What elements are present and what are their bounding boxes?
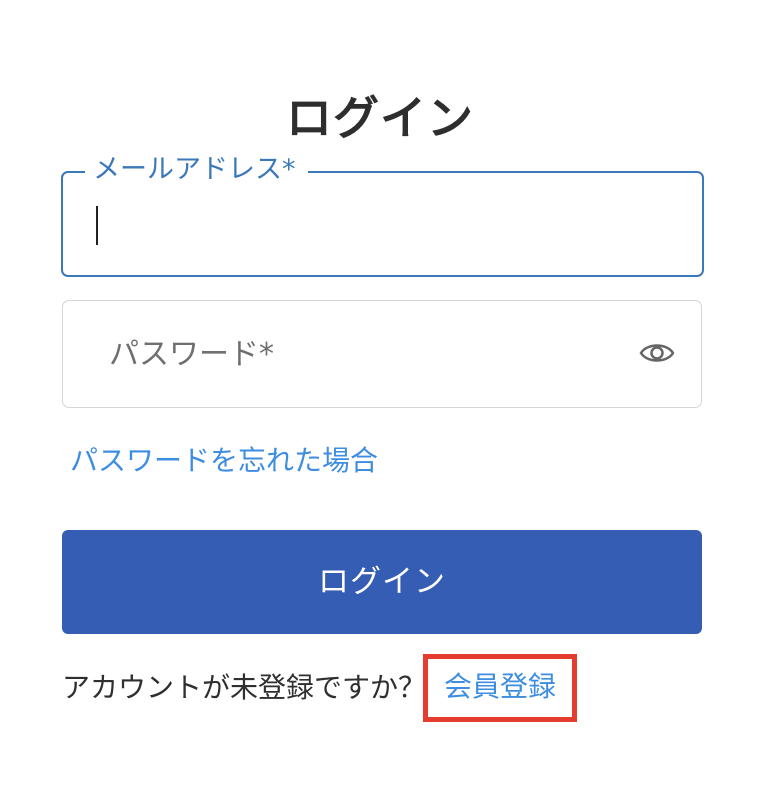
password-field[interactable]: パスワード* bbox=[62, 300, 702, 408]
forgot-password-link[interactable]: パスワードを忘れた場合 bbox=[70, 443, 378, 479]
text-caret bbox=[96, 206, 98, 245]
signup-link[interactable]: 会員登録 bbox=[444, 669, 556, 705]
eye-icon[interactable] bbox=[639, 338, 675, 368]
login-page: ログイン メールアドレス* パスワード* パスワードを忘れた場合 ログイン アカ… bbox=[0, 0, 760, 790]
signup-row: アカウントが未登録ですか？ 会員登録 bbox=[62, 654, 577, 722]
login-button[interactable]: ログイン bbox=[62, 530, 702, 634]
email-field-label: メールアドレス* bbox=[85, 153, 308, 187]
password-placeholder: パスワード* bbox=[109, 337, 274, 372]
email-field[interactable]: メールアドレス* bbox=[61, 153, 704, 277]
signup-highlight-box: 会員登録 bbox=[423, 654, 577, 722]
page-title: ログイン bbox=[286, 91, 474, 145]
signup-prompt: アカウントが未登録ですか？ bbox=[62, 671, 427, 704]
